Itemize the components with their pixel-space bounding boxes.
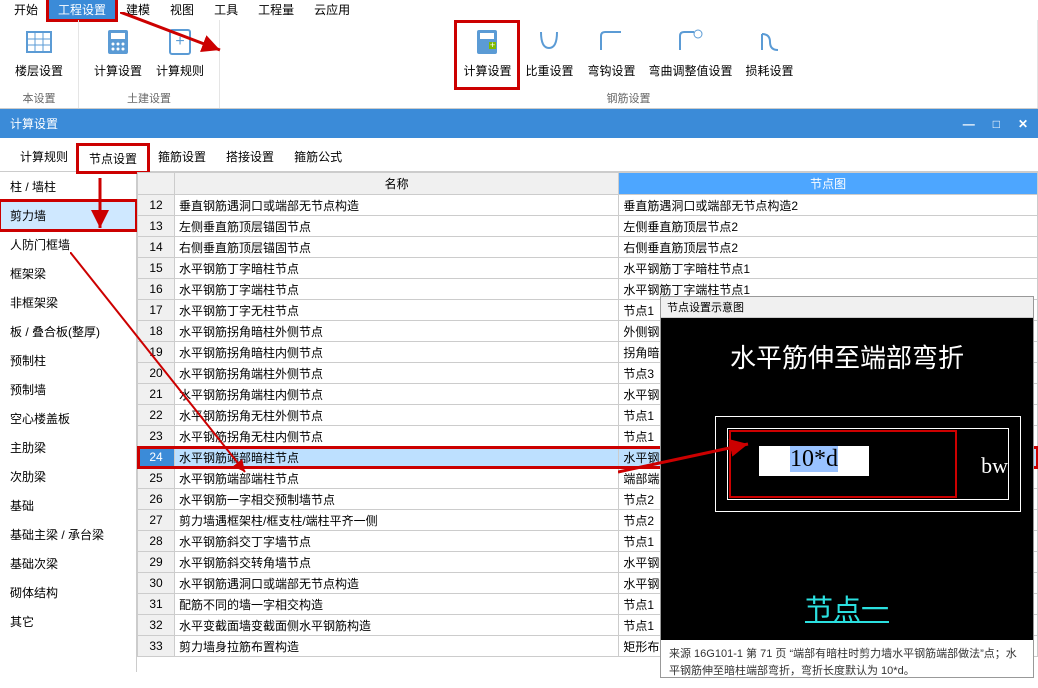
tab-engineering-settings[interactable]: 工程设置 xyxy=(48,0,116,20)
table-row[interactable]: 13左侧垂直筋顶层锚固节点左侧垂直筋顶层节点2 xyxy=(138,216,1038,237)
category-sidebar: 柱 / 墙柱剪力墙人防门框墙框架梁非框架梁板 / 叠合板(整厚)预制柱预制墙空心… xyxy=(0,172,137,672)
table-row[interactable]: 14右侧垂直筋顶层锚固节点右侧垂直筋顶层节点2 xyxy=(138,237,1038,258)
loss-icon xyxy=(754,26,786,58)
sidebar-item[interactable]: 其它 xyxy=(0,607,136,636)
tab-start[interactable]: 开始 xyxy=(4,0,48,20)
tab-cloud[interactable]: 云应用 xyxy=(304,0,360,20)
tab-quantities[interactable]: 工程量 xyxy=(248,0,304,20)
subtab-bar: 计算规则 节点设置 箍筋设置 搭接设置 箍筋公式 xyxy=(0,138,1038,172)
tab-view[interactable]: 视图 xyxy=(160,0,204,20)
grid-icon xyxy=(23,26,55,58)
calculator-icon xyxy=(102,26,134,58)
sidebar-item[interactable]: 柱 / 墙柱 xyxy=(0,172,136,201)
minimize-button[interactable]: — xyxy=(963,117,975,131)
subtab-stirrup-formula[interactable]: 箍筋公式 xyxy=(284,144,352,171)
subtab-node-settings[interactable]: 节点设置 xyxy=(78,145,148,172)
btn-calc-settings-1[interactable]: 计算设置 xyxy=(87,22,149,88)
sidebar-item[interactable]: 预制墙 xyxy=(0,375,136,404)
preview-note: 来源 16G101-1 第 71 页 “端部有暗柱时剪力墙水平钢筋端部做法”点；… xyxy=(661,640,1033,685)
preview-canvas: 水平筋伸至端部弯折 10*d bw 节点一 xyxy=(661,318,1033,640)
bend-adjust-icon xyxy=(674,26,706,58)
sidebar-item[interactable]: 非框架梁 xyxy=(0,288,136,317)
btn-bend-adjust[interactable]: 弯曲调整值设置 xyxy=(642,22,738,88)
maximize-button[interactable]: □ xyxy=(993,117,1000,131)
btn-floor-settings[interactable]: 楼层设置 xyxy=(8,22,70,88)
calculator-icon: + xyxy=(471,26,503,58)
btn-calc-settings-2[interactable]: + 计算设置 xyxy=(456,22,518,88)
preview-title: 节点设置示意图 xyxy=(661,297,1033,318)
close-button[interactable]: ✕ xyxy=(1018,117,1028,131)
bend-icon xyxy=(595,26,627,58)
sidebar-item[interactable]: 剪力墙 xyxy=(0,201,136,230)
sidebar-item[interactable]: 板 / 叠合板(整厚) xyxy=(0,317,136,346)
sidebar-item[interactable]: 预制柱 xyxy=(0,346,136,375)
sidebar-item[interactable]: 砌体结构 xyxy=(0,578,136,607)
sidebar-item[interactable]: 人防门框墙 xyxy=(0,230,136,259)
node-preview-panel: 节点设置示意图 水平筋伸至端部弯折 10*d bw 节点一 来源 16G101-… xyxy=(660,296,1034,678)
sidebar-item[interactable]: 基础 xyxy=(0,491,136,520)
hook-icon xyxy=(533,26,565,58)
col-node: 节点图 xyxy=(619,173,1038,195)
svg-text:+: + xyxy=(175,33,184,50)
subtab-stirrup-settings[interactable]: 箍筋设置 xyxy=(148,144,216,171)
bw-label: bw xyxy=(981,453,1008,479)
btn-weight-settings[interactable]: 比重设置 xyxy=(518,22,580,88)
ribbon-tab-bar: 开始 工程设置 建模 视图 工具 工程量 云应用 xyxy=(0,0,1038,20)
btn-loss-settings[interactable]: 损耗设置 xyxy=(739,22,801,88)
col-name: 名称 xyxy=(175,173,619,195)
sidebar-item[interactable]: 主肋梁 xyxy=(0,433,136,462)
bend-length-input[interactable]: 10*d xyxy=(759,446,869,476)
dialog-titlebar: 计算设置 — □ ✕ xyxy=(0,109,1038,138)
calculator-plus-icon: + xyxy=(164,26,196,58)
btn-calc-rules[interactable]: + 计算规则 xyxy=(149,22,211,88)
dialog-title: 计算设置 xyxy=(10,115,58,132)
sidebar-item[interactable]: 基础主梁 / 承台梁 xyxy=(0,520,136,549)
sidebar-item[interactable]: 框架梁 xyxy=(0,259,136,288)
btn-hook-settings[interactable]: 弯钩设置 xyxy=(580,22,642,88)
subtab-calc-rules[interactable]: 计算规则 xyxy=(10,144,78,171)
table-row[interactable]: 12垂直钢筋遇洞口或端部无节点构造垂直筋遇洞口或端部无节点构造2 xyxy=(138,195,1038,216)
ribbon: 楼层设置 本设置 计算设置 + 计算规则 土建设置 + 计算设置 比重设置 xyxy=(0,20,1038,109)
sidebar-item[interactable]: 次肋梁 xyxy=(0,462,136,491)
sidebar-item[interactable]: 基础次梁 xyxy=(0,549,136,578)
tab-tools[interactable]: 工具 xyxy=(204,0,248,20)
svg-text:+: + xyxy=(490,40,495,50)
preview-heading: 水平筋伸至端部弯折 xyxy=(661,338,1033,375)
sidebar-item[interactable]: 空心楼盖板 xyxy=(0,404,136,433)
preview-node-label: 节点一 xyxy=(661,588,1033,628)
subtab-lap-settings[interactable]: 搭接设置 xyxy=(216,144,284,171)
table-row[interactable]: 15水平钢筋丁字暗柱节点水平钢筋丁字暗柱节点1 xyxy=(138,258,1038,279)
tab-modeling[interactable]: 建模 xyxy=(116,0,160,20)
